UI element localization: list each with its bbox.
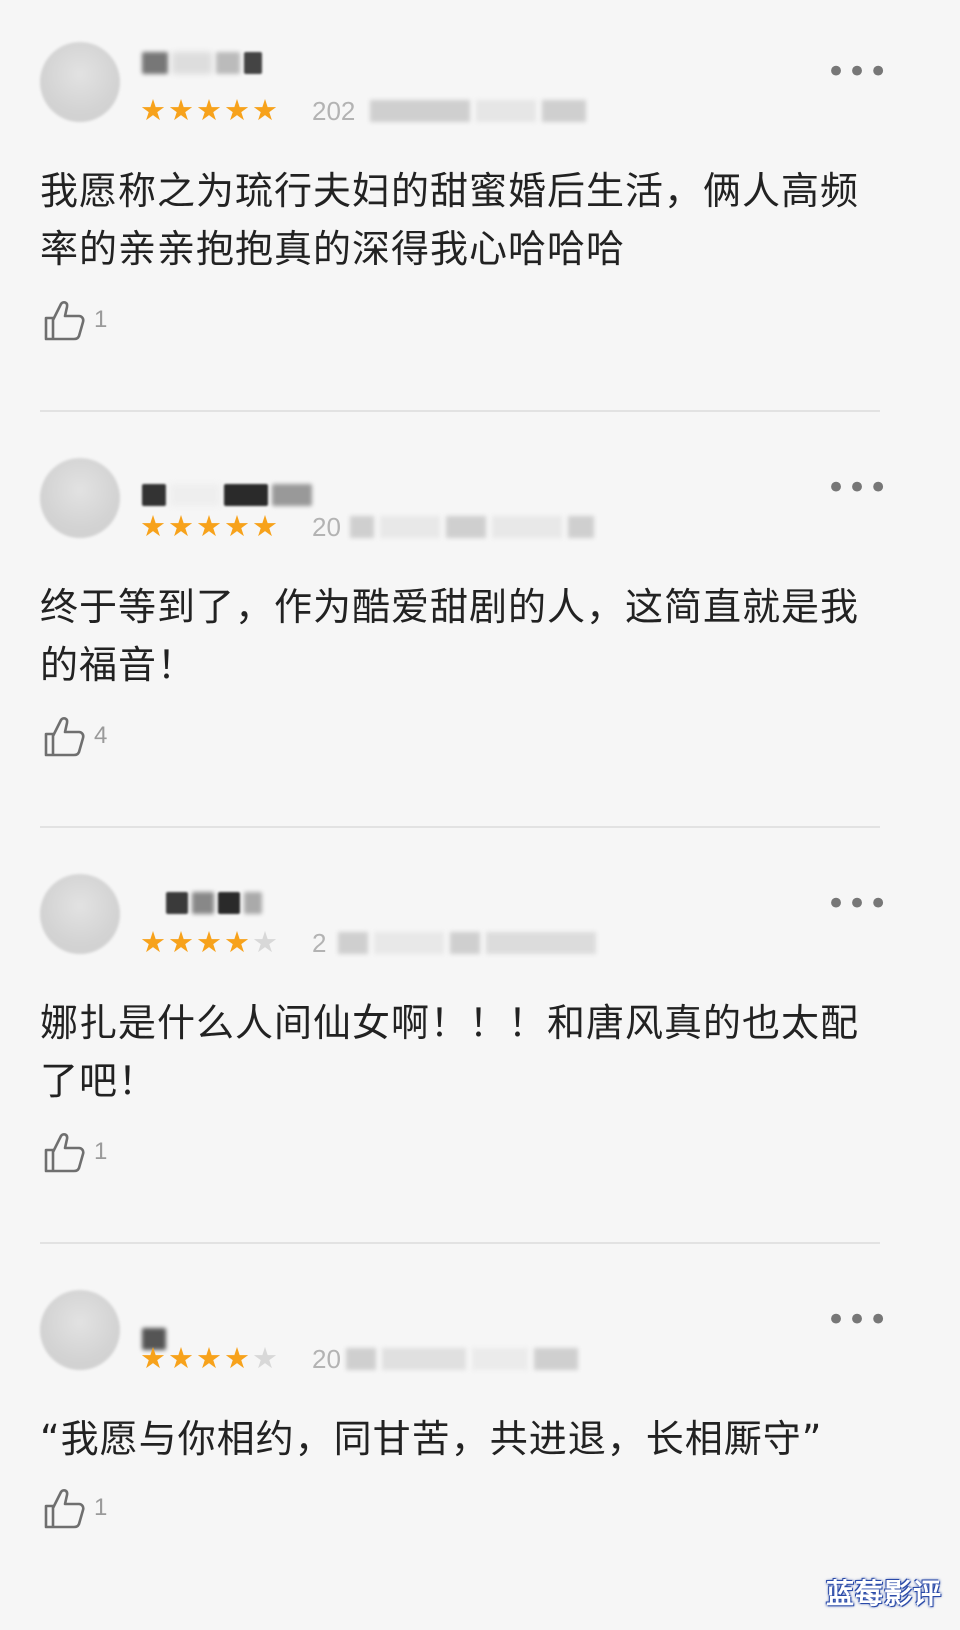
divider	[40, 410, 880, 412]
more-dots-icon[interactable]: •••	[826, 887, 888, 921]
review-date: 20	[312, 512, 341, 542]
star-icon: ★	[168, 509, 194, 543]
star-icon: ★	[252, 509, 278, 543]
username-blurred[interactable]	[166, 892, 262, 920]
like-button[interactable]: 1	[42, 1486, 107, 1530]
star-icon: ★	[196, 925, 222, 959]
thumbs-up-icon	[44, 1133, 85, 1173]
star-icon: ★	[196, 93, 222, 127]
divider	[40, 1242, 880, 1244]
avatar[interactable]	[40, 42, 120, 122]
star-icon: ★	[252, 925, 278, 959]
star-icon: ★	[252, 93, 278, 127]
meta-blurred	[350, 516, 594, 538]
star-rating: ★ ★ ★ ★ ★	[140, 1342, 278, 1374]
review-text: 终于等到了，作为酷爱甜剧的人，这简直就是我的福音！	[40, 585, 860, 687]
avatar[interactable]	[40, 874, 120, 954]
star-icon: ★	[196, 509, 222, 543]
review-date: 202	[312, 96, 356, 126]
meta-blurred	[346, 1348, 578, 1370]
more-dots-icon[interactable]: •••	[826, 55, 888, 89]
star-icon: ★	[168, 1341, 194, 1375]
meta-blurred	[338, 932, 596, 954]
star-icon: ★	[252, 1341, 278, 1375]
star-icon: ★	[140, 509, 166, 543]
meta-blurred	[370, 100, 586, 122]
star-icon: ★	[168, 925, 194, 959]
divider	[40, 826, 880, 828]
star-icon: ★	[196, 1341, 222, 1375]
review-text: “我愿与你相约，同甘苦，共进退，长相厮守”	[40, 1417, 823, 1461]
review-date: 20	[312, 1344, 341, 1374]
star-icon: ★	[140, 925, 166, 959]
star-rating: ★ ★ ★ ★ ★	[140, 510, 278, 542]
username-blurred[interactable]	[142, 484, 312, 512]
star-icon: ★	[140, 1341, 166, 1375]
star-icon: ★	[224, 1341, 250, 1375]
more-dots-icon[interactable]: •••	[826, 1303, 888, 1337]
like-button[interactable]: 1	[42, 1130, 107, 1174]
thumbs-up-icon	[44, 717, 85, 757]
avatar[interactable]	[40, 458, 120, 538]
review-text: 我愿称之为琉行夫妇的甜蜜婚后生活，俩人高频率的亲亲抱抱真的深得我心哈哈哈	[40, 169, 860, 271]
star-icon: ★	[224, 93, 250, 127]
thumbs-up-icon	[44, 301, 85, 341]
star-icon: ★	[168, 93, 194, 127]
like-button[interactable]: 1	[42, 298, 107, 342]
more-dots-icon[interactable]: •••	[826, 471, 888, 505]
like-button[interactable]: 4	[42, 714, 107, 758]
star-icon: ★	[224, 509, 250, 543]
like-count: 1	[94, 306, 108, 333]
star-icon: ★	[224, 925, 250, 959]
username-blurred[interactable]	[142, 52, 262, 80]
watermark-logo: 蓝莓影评	[825, 1577, 942, 1610]
star-icon: ★	[140, 93, 166, 127]
avatar[interactable]	[40, 1290, 120, 1370]
like-count: 1	[94, 1494, 108, 1521]
review-date: 2	[312, 928, 327, 958]
star-rating: ★ ★ ★ ★ ★	[140, 94, 278, 126]
thumbs-up-icon	[44, 1489, 85, 1529]
review-text: 娜扎是什么人间仙女啊！！！和唐风真的也太配了吧！	[40, 1001, 860, 1103]
star-rating: ★ ★ ★ ★ ★	[140, 926, 278, 958]
like-count: 1	[94, 1138, 108, 1165]
like-count: 4	[94, 722, 108, 749]
